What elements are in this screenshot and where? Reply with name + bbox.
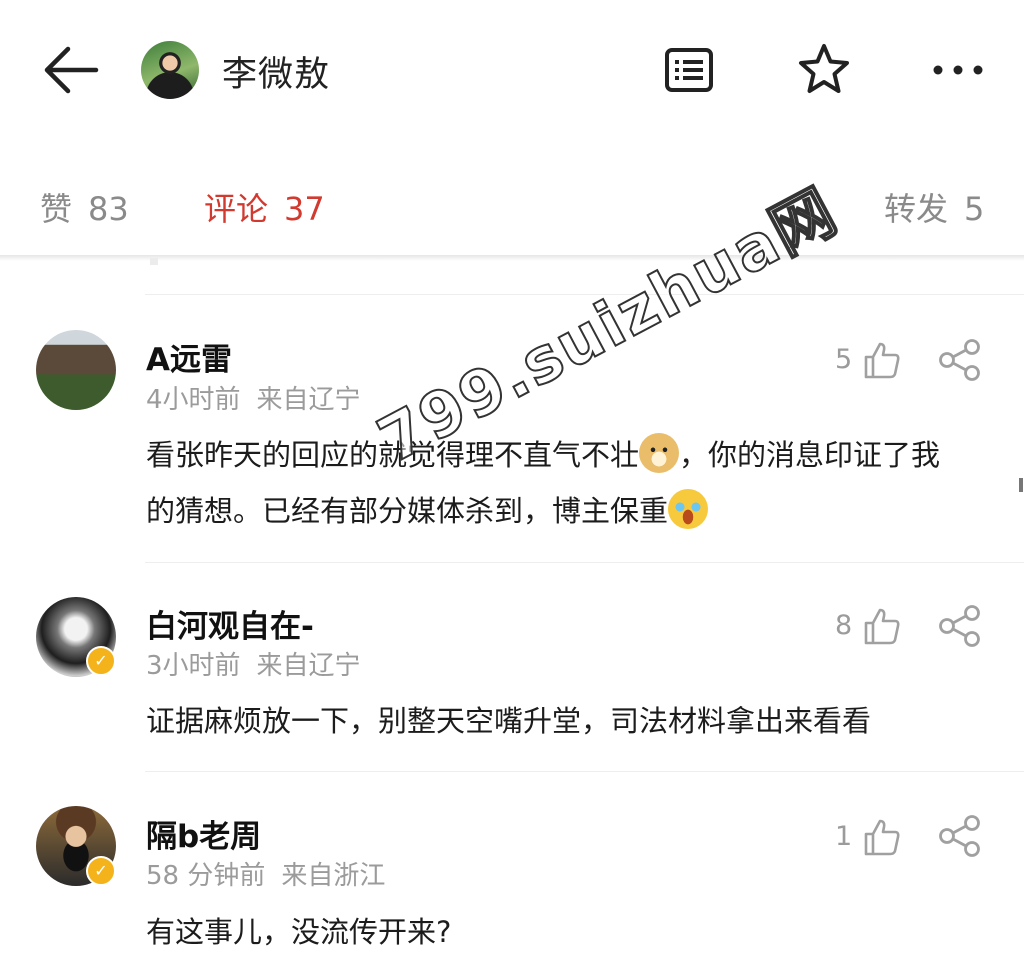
comment-meta: 58 分钟前 来自浙江: [146, 855, 385, 892]
comment-meta: 3小时前 来自辽宁: [146, 645, 361, 682]
tab-reposts[interactable]: 转发 5: [884, 184, 984, 230]
scroll-edge-mark: [1019, 478, 1023, 492]
comment-text-part: 的猜想。已经有部分媒体杀到，博主保重: [146, 494, 669, 528]
tab-label: 评论: [204, 190, 269, 228]
tab-bar: 赞 83 评论 37 转发 5: [0, 160, 1024, 255]
tab-comments[interactable]: 评论 37: [204, 184, 325, 230]
avatar[interactable]: [36, 330, 116, 410]
divider: [145, 562, 1024, 563]
tab-count: 37: [284, 190, 325, 228]
thumbs-up-icon[interactable]: [862, 606, 902, 646]
thumbs-up-icon[interactable]: [862, 817, 902, 857]
share-icon[interactable]: [938, 605, 982, 647]
divider: [145, 771, 1024, 772]
comment-time: 58 分钟前: [146, 861, 266, 891]
share-icon[interactable]: [938, 339, 982, 381]
tab-likes[interactable]: 赞 83: [40, 184, 129, 230]
like-count: 8: [835, 610, 853, 641]
top-bar: 李微敖: [0, 0, 1024, 140]
divider-mark: [150, 258, 158, 265]
tab-label: 赞: [40, 190, 73, 228]
comment-source: 来自辽宁: [256, 385, 361, 415]
laugh-cry-emoji-icon: [668, 489, 709, 529]
page-title[interactable]: 李微敖: [222, 46, 330, 97]
thumbs-up-icon[interactable]: [862, 340, 902, 380]
commenter-name[interactable]: 白河观自在-: [146, 601, 314, 646]
tab-count: 83: [88, 190, 129, 228]
comment-text: 证据麻烦放一下，别整天空嘴升堂，司法材料拿出来看看: [146, 704, 872, 738]
arrow-left-icon[interactable]: [42, 44, 100, 96]
comment-meta: 4小时前 来自辽宁: [146, 379, 361, 416]
comment-time: 4小时前: [146, 385, 241, 415]
commenter-name[interactable]: 隔b老周: [146, 811, 261, 856]
comment-source: 来自辽宁: [256, 651, 361, 681]
author-avatar[interactable]: [141, 41, 199, 99]
like-count: 5: [835, 344, 853, 375]
tab-label: 转发: [884, 190, 949, 228]
comment-text: 有这事儿，没流传开来?: [146, 915, 452, 949]
comment-text-part: 看张昨天的回应的就觉得理不直气不壮: [146, 438, 640, 472]
tab-count: 5: [964, 190, 985, 228]
comment-time: 3小时前: [146, 651, 241, 681]
commenter-name[interactable]: A远雷: [146, 334, 232, 379]
verified-badge-icon: ✓: [86, 856, 116, 886]
comment-source: 来自浙江: [281, 861, 386, 891]
comment-text-part: ，你的消息印证了我: [679, 438, 941, 472]
verified-badge-icon: ✓: [86, 646, 116, 676]
list-icon[interactable]: [664, 47, 714, 93]
like-count: 1: [835, 821, 853, 852]
star-icon[interactable]: [796, 42, 852, 96]
divider: [145, 294, 1024, 295]
more-dots-icon[interactable]: [932, 62, 984, 78]
share-icon[interactable]: [938, 815, 982, 857]
doge-emoji-icon: [639, 433, 680, 473]
comment-text: 看张昨天的回应的就觉得理不直气不壮 ，你的消息印证了我 的猜想。已经有部分媒体杀到…: [146, 427, 976, 539]
